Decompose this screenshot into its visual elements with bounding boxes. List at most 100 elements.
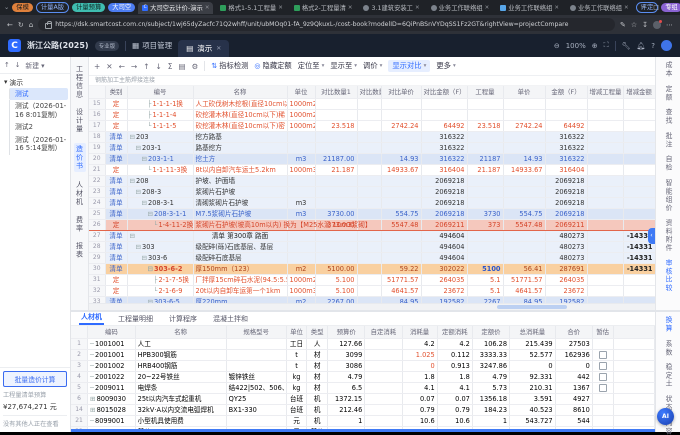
cell-p[interactable]: [503, 242, 545, 253]
right-tab-cost[interactable]: 成本: [663, 61, 673, 78]
zoom-in-icon[interactable]: ⊕: [592, 42, 598, 50]
cell-code[interactable]: ⊟303-6-2: [127, 264, 193, 275]
cell-dq[interactable]: [587, 165, 623, 176]
cell-name[interactable]: 电焊条: [135, 383, 226, 394]
cell-unit[interactable]: m3: [287, 198, 315, 209]
cell-spec[interactable]: [226, 350, 286, 361]
table-row[interactable]: 28清单⊟303级配碎(砾)石底基层、基层494604480273-14331: [89, 242, 655, 253]
estimate-checkbox[interactable]: [599, 384, 607, 392]
cell-cp[interactable]: [381, 231, 421, 242]
cell-amt[interactable]: 27503: [555, 339, 592, 350]
cell-code[interactable]: ⊟208-3-1: [127, 198, 193, 209]
cell-price[interactable]: 1372.15: [328, 394, 365, 405]
cell-q2[interactable]: [357, 198, 381, 209]
refresh-icon[interactable]: ↻: [18, 21, 24, 29]
browser-tab[interactable]: 业务工作联络组✕: [496, 2, 563, 14]
table-row[interactable]: 15定├1-1-1-1换人工砍伐树木挖根(直径10cm以上)1000m2: [89, 99, 655, 110]
expand-node-icon[interactable]: ⊞: [90, 406, 96, 414]
cell-total[interactable]: 543.727: [510, 416, 556, 427]
collapse-node-icon[interactable]: ⊟: [136, 144, 142, 152]
cell-cp[interactable]: 4641.57: [381, 286, 421, 297]
cell-ca[interactable]: 2069211: [421, 220, 467, 231]
cell-selfUse[interactable]: [365, 372, 402, 383]
cell-code[interactable]: ─1001001: [88, 339, 136, 350]
cell-unit[interactable]: 1000m2: [287, 275, 315, 286]
cell-total[interactable]: 3.591: [510, 394, 556, 405]
cell-t[interactable]: 清单: [105, 231, 127, 242]
cell-t[interactable]: 清单: [105, 264, 127, 275]
toolbar-icon-5[interactable]: ↓: [155, 62, 161, 71]
cell-type[interactable]: 材: [307, 372, 328, 383]
cell-unit[interactable]: 1000m3: [287, 286, 315, 297]
cell-name[interactable]: 人工: [135, 339, 226, 350]
tree-item[interactable]: 测试（2026-01-16 5:14复制）: [9, 134, 68, 155]
detail-tab-calc-program[interactable]: 计算程序: [167, 313, 199, 325]
cell-a[interactable]: [545, 110, 587, 121]
cell-type[interactable]: 机: [307, 416, 328, 427]
cell-q2[interactable]: [357, 99, 381, 110]
table-row[interactable]: 19清单⊟203-1路基挖方316322316322: [89, 143, 655, 154]
cell-q2[interactable]: [357, 110, 381, 121]
cell-unit[interactable]: [287, 242, 315, 253]
cell-name[interactable]: 厚150mm（123）: [193, 264, 287, 275]
detail-tab-rcj[interactable]: 人材机: [79, 311, 104, 325]
cell-code[interactable]: ─2001022: [88, 372, 136, 383]
cell-code[interactable]: ⊟203: [127, 132, 193, 143]
cell-code[interactable]: ⊟: [127, 231, 193, 242]
cell-dPrice[interactable]: 1: [472, 416, 509, 427]
cell-price[interactable]: 3086: [328, 361, 365, 372]
cell-dq[interactable]: [587, 231, 623, 242]
right-tab-coefficient[interactable]: 系数: [663, 340, 673, 357]
cell-dUse[interactable]: 4.2: [437, 339, 472, 350]
nav-tab-design-qty[interactable]: 设计量: [75, 108, 85, 134]
cell-dq[interactable]: [587, 154, 623, 165]
cell-q[interactable]: 5.1: [467, 286, 503, 297]
cell-t[interactable]: 清单: [105, 242, 127, 253]
cell-q[interactable]: 373: [467, 220, 503, 231]
cell-name[interactable]: 砍挖灌木林(直径10cm以下)密: [193, 121, 287, 132]
cell-q2[interactable]: [357, 209, 381, 220]
tab-search-chevron-icon[interactable]: ⌄: [4, 4, 9, 11]
cell-amt[interactable]: 1367: [555, 383, 592, 394]
cell-name[interactable]: 人工砍伐树木挖根(直径10cm以上): [193, 99, 287, 110]
cell-dq[interactable]: [587, 121, 623, 132]
table-row[interactable]: 30清单⊟303-6-2厚150mm（123）m25100.0059.22302…: [89, 264, 655, 275]
cell-q[interactable]: 5.1: [467, 275, 503, 286]
cell-ca[interactable]: 316322: [421, 143, 467, 154]
move-down-icon[interactable]: ↓: [15, 61, 21, 69]
cell-spec[interactable]: [226, 361, 286, 372]
cell-price[interactable]: 127.66: [328, 339, 365, 350]
cell-name[interactable]: 路基挖方: [193, 143, 287, 154]
nav-tab-rcj[interactable]: 人材机: [75, 181, 85, 207]
cell-dPrice[interactable]: 184.23: [472, 405, 509, 416]
cell-t[interactable]: 定: [105, 99, 127, 110]
cell-q[interactable]: [467, 132, 503, 143]
cell-da[interactable]: [623, 165, 655, 176]
cell-spec[interactable]: 镀锌铁丝: [226, 372, 286, 383]
cell-a[interactable]: 23672: [545, 286, 587, 297]
cell-t[interactable]: 定: [105, 165, 127, 176]
cell-unit[interactable]: t: [286, 361, 307, 372]
cell-da[interactable]: [623, 143, 655, 154]
cell-amt[interactable]: 0: [555, 361, 592, 372]
cell-total[interactable]: 215.439: [510, 339, 556, 350]
cell-cp[interactable]: 59.22: [381, 264, 421, 275]
cell-dq[interactable]: [587, 264, 623, 275]
tab-group-chip[interactable]: 计量A版: [36, 2, 69, 13]
cell-total[interactable]: 0: [510, 361, 556, 372]
cell-total[interactable]: 40.523: [510, 405, 556, 416]
ai-assistant-button[interactable]: AI: [657, 408, 674, 425]
table-row[interactable]: 18清单⊟203挖方路基316322316322: [89, 132, 655, 143]
cell-fill[interactable]: [613, 394, 654, 405]
cell-code[interactable]: ├2-1-7-5换: [127, 275, 193, 286]
right-tab-annotate[interactable]: 批注: [663, 132, 673, 149]
cell-p[interactable]: [503, 253, 545, 264]
tab-close-icon[interactable]: ✕: [278, 5, 283, 11]
cell-unit[interactable]: m3: [287, 209, 315, 220]
cell-unit[interactable]: 1000m2: [287, 110, 315, 121]
table-row[interactable]: 26定└1-4-11-2换浆砌片石护坡(坡高10m以内) 换为【M25水泥 10…: [89, 220, 655, 231]
cell-unit[interactable]: m2: [287, 264, 315, 275]
cell-q1[interactable]: 23.518: [315, 121, 357, 132]
table-row[interactable]: 2─2001001HPB300钢筋t材30991.0250.1123333.33…: [71, 350, 655, 361]
cell-q1[interactable]: [315, 143, 357, 154]
